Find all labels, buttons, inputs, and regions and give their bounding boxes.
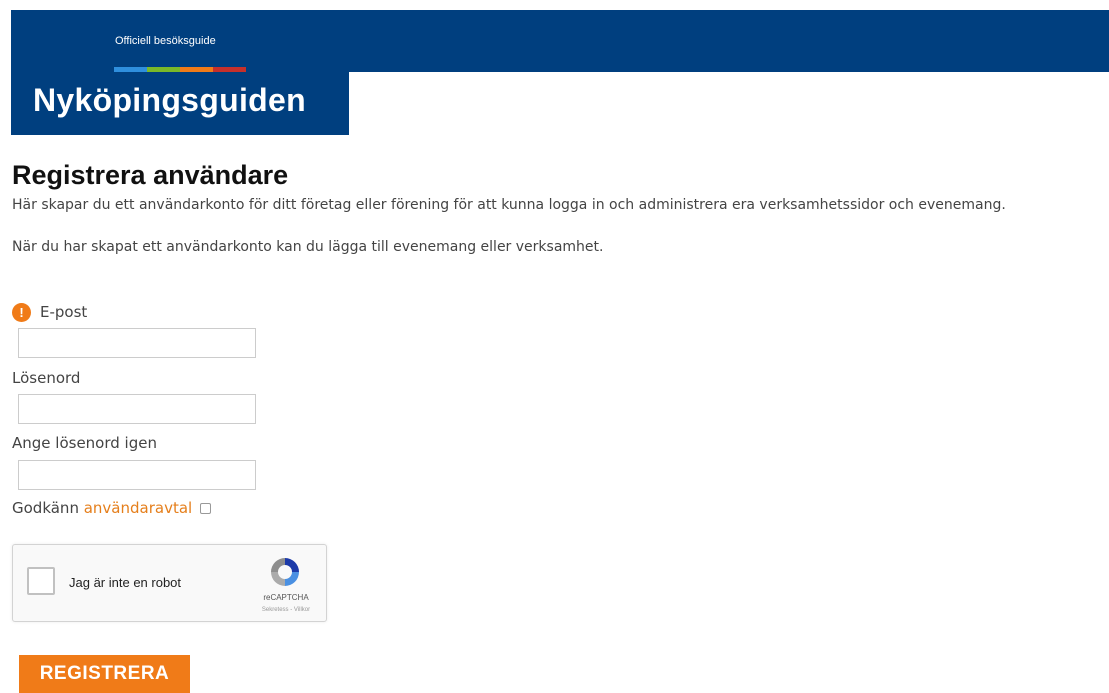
user-agreement-link[interactable]: användaravtal	[84, 499, 192, 517]
recaptcha-widget: Jag är inte en robot reCAPTCHA Sekretess…	[12, 544, 327, 622]
agree-text: Godkänn	[12, 499, 79, 517]
terms-agreement: Godkänn användaravtal	[12, 499, 212, 517]
agree-checkbox[interactable]	[200, 503, 212, 514]
intro-text-secondary: När du har skapat ett användarkonto kan …	[12, 239, 604, 255]
header-bar: Officiell besöksguide	[11, 10, 1109, 72]
password-repeat-label: Ange lösenord igen	[12, 434, 157, 452]
register-button[interactable]: REGISTRERA	[19, 655, 190, 693]
password-repeat-field[interactable]	[18, 460, 256, 490]
recaptcha-icon	[271, 558, 299, 586]
intro-text: Här skapar du ett användarkonto för ditt…	[12, 197, 1006, 213]
page-title: Registrera användare	[12, 160, 289, 190]
password-label: Lösenord	[12, 369, 81, 387]
warning-icon: !	[12, 303, 31, 322]
tagline: Officiell besöksguide	[115, 35, 216, 47]
site-logo-text[interactable]: Nyköpingsguiden	[33, 82, 306, 119]
email-label: E-post	[40, 303, 88, 321]
recaptcha-brand: reCAPTCHA	[263, 593, 309, 602]
password-field[interactable]	[18, 394, 256, 424]
recaptcha-label: Jag är inte en robot	[69, 575, 182, 590]
email-field[interactable]	[18, 328, 256, 358]
recaptcha-checkbox[interactable]	[27, 567, 55, 595]
recaptcha-terms-links[interactable]: Sekretess - Villkor	[243, 607, 329, 613]
